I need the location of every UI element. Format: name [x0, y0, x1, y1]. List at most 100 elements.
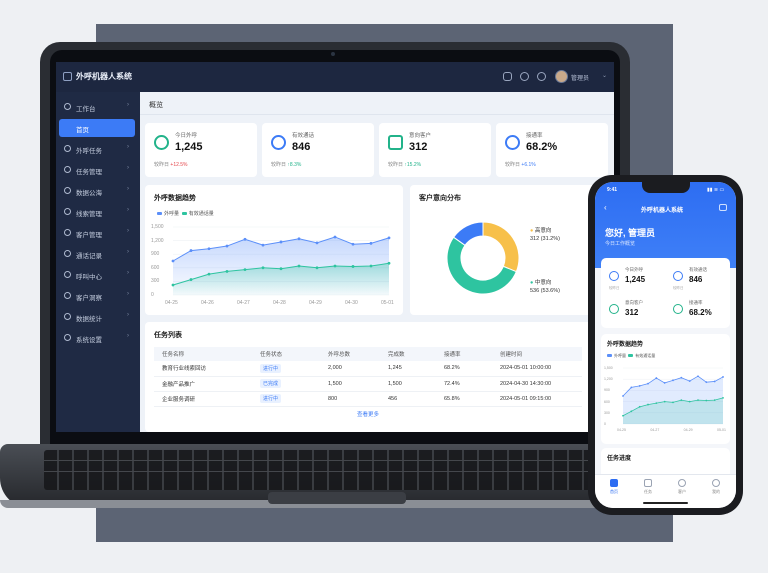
- stat-card-calls: 今日外呼 1,245 较昨日 +12.5%: [145, 123, 257, 177]
- user-icon: [64, 229, 71, 236]
- chevron-down-icon[interactable]: ⌄: [602, 72, 607, 79]
- phone-stat-value: 1,245: [625, 275, 646, 284]
- data-point: [688, 380, 691, 382]
- bell-icon[interactable]: [503, 72, 512, 81]
- cell-total: 800: [320, 391, 380, 407]
- tab-home[interactable]: 首页: [599, 479, 629, 495]
- cell-rate: 68.2%: [436, 361, 492, 377]
- data-point: [663, 382, 666, 384]
- status-badge: 已完成: [260, 379, 282, 388]
- status-time: 9:41: [607, 187, 618, 193]
- data-point: [647, 382, 649, 385]
- data-point: [697, 375, 699, 378]
- username[interactable]: 管理员: [571, 73, 589, 82]
- view-more-link[interactable]: 查看更多: [357, 410, 379, 418]
- table-row[interactable]: 金融产品推广 已完成 1,500 1,500 72.4% 2024-04-30 …: [154, 376, 582, 392]
- target-icon: [673, 304, 683, 314]
- logo-icon: [63, 72, 72, 81]
- greeting-subtitle: 今日工作概览: [605, 241, 636, 247]
- sidebar-item-call-center[interactable]: 呼叫中心 ›: [59, 266, 135, 284]
- sidebar-item-statistics[interactable]: 数据统计 ›: [59, 308, 135, 326]
- dot-icon: ●: [530, 280, 534, 286]
- tab-customers[interactable]: 客户: [667, 479, 697, 495]
- cell-status: 进行中: [252, 391, 320, 407]
- message-icon[interactable]: [520, 72, 529, 81]
- sidebar-item-task-management[interactable]: 任务管理 ›: [59, 161, 135, 179]
- data-point: [705, 399, 708, 402]
- sidebar-item-insights[interactable]: 客户洞察 ›: [59, 287, 135, 305]
- data-point: [655, 377, 658, 379]
- insight-icon: [64, 292, 71, 299]
- phone-icon: [673, 271, 683, 281]
- keyboard-row-divider: [44, 460, 612, 461]
- stat-label: 今日外呼: [175, 133, 198, 139]
- phone-trend-chart: [622, 367, 724, 425]
- sidebar-item-call-records[interactable]: 通话记录 ›: [59, 245, 135, 263]
- column-header: 任务名称: [154, 347, 252, 361]
- sidebar-item-leads[interactable]: 线索管理 ›: [59, 203, 135, 221]
- data-point: [315, 241, 319, 245]
- phone-icon: [64, 145, 71, 152]
- status-icons: ▮▮ ≋ ▭: [707, 187, 725, 193]
- cell-status: 已完成: [252, 376, 320, 392]
- sidebar-item-customers[interactable]: 客户管理 ›: [59, 224, 135, 242]
- app-title: 外呼机器人系统: [76, 72, 132, 81]
- table-header-row: 任务名称 任务状态 外呼总数 完成数 接通率 创建时间: [154, 347, 582, 361]
- data-point: [189, 278, 193, 281]
- donut-label-mid: ● 中意向 536 (53.6%): [530, 279, 560, 295]
- stat-compare-label: 较昨日: [154, 162, 170, 168]
- table-row[interactable]: 企业服务调研 进行中 800 456 65.8% 2024-05-01 09:1…: [154, 391, 582, 407]
- dot-icon: ●: [530, 228, 534, 234]
- data-point: [387, 261, 391, 265]
- gear-icon: [64, 334, 71, 341]
- stat-delta: +12.5%: [170, 162, 188, 168]
- column-header: 完成数: [380, 347, 436, 361]
- phone-header: 9:41 ▮▮ ≋ ▭ ‹ 外呼机器人系统 您好, 管理员 今日工作概览: [595, 182, 736, 268]
- trend-panel: 外呼数据趋势 外呼量 有效通话量 0 300 600 900 1,200 1,500 04…: [145, 185, 403, 315]
- status-badge: 进行中: [260, 363, 282, 373]
- calendar-icon[interactable]: [719, 204, 727, 211]
- sidebar-item-label: 客户洞察: [76, 295, 102, 302]
- chevron-right-icon: ›: [127, 249, 129, 255]
- donut-chart: [446, 221, 520, 295]
- stat-value: 312: [409, 141, 428, 153]
- data-point: [207, 272, 211, 276]
- main-content: 概览 今日外呼 1,245 较昨日 +12.5% 有效通话 846 较昨日 ↑8…: [140, 92, 614, 432]
- phone-stat-value: 312: [625, 308, 639, 317]
- sidebar-item-call-tasks[interactable]: 外呼任务 ›: [59, 140, 135, 158]
- top-bar: 外呼机器人系统 管理员 ⌄: [56, 62, 614, 92]
- sidebar-item-workbench[interactable]: 工作台 ›: [59, 98, 135, 116]
- list-icon: [64, 166, 71, 173]
- column-header: 创建时间: [492, 347, 582, 361]
- data-point: [663, 400, 666, 403]
- data-point: [333, 264, 337, 268]
- stat-value: 846: [292, 141, 311, 153]
- tab-profile[interactable]: 我的: [701, 479, 731, 495]
- table-row[interactable]: 教育行业线索回访 进行中 2,000 1,245 68.2% 2024-05-0…: [154, 361, 582, 377]
- data-point: [722, 376, 724, 378]
- data-point: [672, 401, 674, 404]
- user-icon: [712, 479, 720, 487]
- phone-out-icon: [154, 135, 169, 150]
- donut-label-name: 中意向: [534, 280, 552, 286]
- help-icon[interactable]: [537, 72, 546, 81]
- trend-chart: [171, 226, 391, 296]
- data-point: [387, 236, 391, 240]
- target-icon: [505, 135, 520, 150]
- avatar[interactable]: [555, 70, 568, 83]
- phone-icon: [271, 135, 286, 150]
- sidebar-item-data-pool[interactable]: 数据公海 ›: [59, 182, 135, 200]
- sidebar-item-settings[interactable]: 系统设置 ›: [59, 329, 135, 347]
- back-arrow-icon[interactable]: ‹: [604, 203, 607, 212]
- data-point: [722, 396, 724, 399]
- intent-panel: 客户意向分布 ● 高意向 312 (31.2%) ● 中意向 536 (53.6…: [410, 185, 614, 315]
- sidebar-item-home[interactable]: 首页: [59, 119, 135, 137]
- sidebar-item-label: 数据公海: [76, 190, 102, 197]
- page-title: 概览: [149, 102, 163, 109]
- tab-tasks[interactable]: 任务: [633, 479, 663, 495]
- chevron-right-icon: ›: [127, 186, 129, 192]
- cell-created: 2024-05-01 10:00:00: [492, 361, 582, 377]
- phone-progress-title: 任务进度: [607, 456, 632, 462]
- phone-stat-valid: 有效通话 846 较昨日: [667, 262, 727, 292]
- data-point: [369, 264, 373, 268]
